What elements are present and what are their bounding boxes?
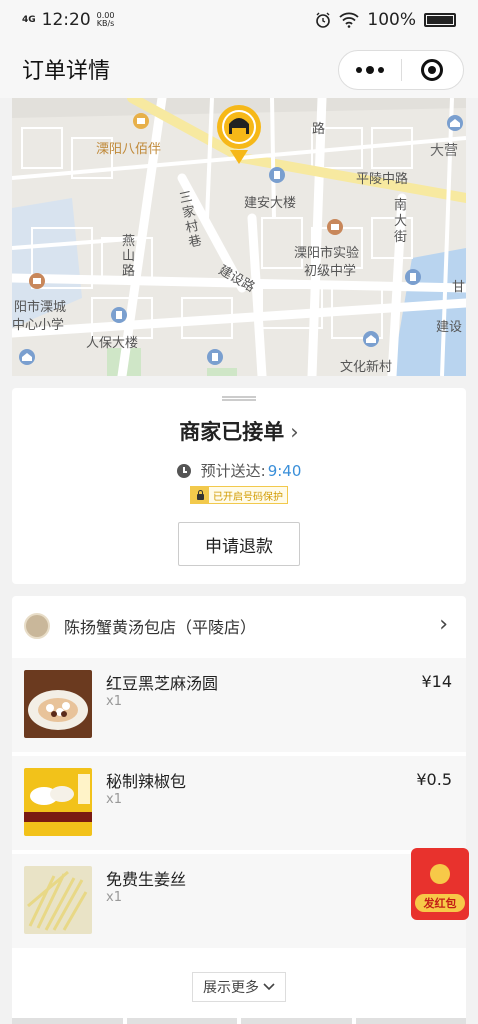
store-avatar (24, 613, 50, 639)
battery-icon (424, 13, 456, 27)
target-icon (421, 59, 444, 81)
poi-home-icon (363, 331, 379, 347)
page-title: 订单详情 (22, 59, 111, 84)
clock-icon (176, 463, 191, 478)
status-time: 12:20 (41, 10, 91, 30)
more-dots-icon (355, 66, 384, 74)
poi-home-icon-left (19, 349, 35, 365)
lock-icon (191, 487, 209, 503)
map-label-daying: 大营 (430, 143, 458, 159)
map-label-pinglingzhonglu: 平陵中路 (356, 172, 409, 187)
map-label-school-line2: 初级中学 (304, 264, 357, 279)
poi-shop-icon (133, 113, 149, 129)
poi-building-icon-bottom (207, 349, 223, 365)
map-label-lu: 路 (312, 122, 326, 137)
red-packet-label: 发红包 (415, 894, 465, 912)
speed-unit: KB/s (96, 19, 115, 28)
status-bar: 4G 12:20 0.00 KB/s 100% (0, 0, 478, 40)
chevron-right-icon: › (290, 420, 299, 444)
show-more-button[interactable]: 展示更多 (192, 972, 286, 1002)
chevron-right-icon: › (439, 612, 448, 637)
list-item: 红豆黑芝麻汤圆 x1 ¥14 (12, 658, 466, 752)
network-speed: 0.00 KB/s (97, 12, 115, 28)
poi-building-icon (269, 167, 285, 183)
refund-button[interactable]: 申请退款 (178, 522, 300, 566)
poi-building-icon-renbao (111, 307, 127, 323)
delivery-map[interactable]: 溧阳八佰伴 建安大楼 平陵中路 大营 南大街 三家村巷 燕山路 建设路 溧阳市实… (12, 98, 466, 376)
item-name: 红豆黑芝麻汤圆 (106, 674, 219, 693)
chevron-down-icon (263, 983, 275, 991)
status-left: 4G 12:20 0.00 KB/s (22, 10, 114, 30)
map-label-licheng-line1: 阳市溧城 (14, 300, 67, 315)
item-image (24, 866, 92, 934)
privacy-text: 已开启号码保护 (213, 491, 283, 503)
poi-school-icon-left (29, 273, 45, 289)
network-indicator: 4G (22, 14, 36, 25)
status-right: 100% (315, 10, 456, 30)
drag-handle[interactable] (222, 396, 256, 401)
map-label-gan: 甘 (452, 280, 466, 295)
item-name: 免费生姜丝 (106, 870, 187, 889)
store-name: 陈扬蟹黄汤包店（平陵店） (64, 618, 257, 637)
privacy-badge: 已开启号码保护 (190, 486, 288, 504)
battery-percent: 100% (367, 10, 416, 30)
map-label-yanshanlu: 燕山路 (122, 234, 136, 279)
alarm-icon (316, 12, 331, 28)
item-image (24, 768, 92, 836)
list-item: 秘制辣椒包 x1 ¥0.5 (12, 756, 466, 850)
send-red-packet-button[interactable]: 发红包 (411, 848, 469, 920)
poi-school-icon (327, 219, 343, 235)
poi-home-icon-right (447, 115, 463, 131)
item-quantity: x1 (106, 890, 122, 905)
map-label-jianshe-right: 建设 (436, 320, 463, 335)
miniprogram-capsule (338, 50, 464, 90)
order-status-text: 商家已接单 (179, 420, 285, 444)
merchant-location-pin-icon[interactable] (216, 104, 262, 170)
close-miniprogram-button[interactable] (402, 51, 464, 89)
map-label-school-line1: 溧阳市实验 (294, 246, 360, 261)
map-label-renbao: 人保大楼 (86, 336, 139, 351)
red-packet-coin-icon (430, 864, 450, 884)
store-header[interactable]: 陈扬蟹黄汤包店（平陵店） › (12, 596, 466, 656)
nav-bar: 订单详情 (0, 40, 478, 98)
item-image (24, 670, 92, 738)
item-name: 秘制辣椒包 (106, 772, 187, 791)
map-label-nandajie: 南大街 (394, 198, 408, 245)
list-item: 免费生姜丝 x1 (12, 854, 466, 948)
item-price: ¥14 (421, 672, 452, 691)
order-items-card: 陈扬蟹黄汤包店（平陵店） › 红豆黑芝麻汤圆 x1 ¥14 秘制辣椒包 x1 ¥… (12, 596, 466, 1024)
privacy-row: 已开启号码保护 (12, 486, 466, 504)
map-label-licheng-line2: 中心小学 (12, 318, 65, 333)
item-price: ¥0.5 (416, 770, 452, 789)
eta-time: 9:40 (267, 461, 302, 480)
bottom-divider (12, 1018, 466, 1024)
eta-label: 预计送达: (200, 462, 266, 480)
order-status-card: 商家已接单 › 预计送达: 9:40 已开启号码保护 申请退款 (12, 388, 466, 584)
show-more-label: 展示更多 (203, 980, 259, 996)
poi-building-icon-right (405, 269, 421, 285)
map-label-jianan: 建安大楼 (244, 196, 297, 211)
item-quantity: x1 (106, 792, 122, 807)
more-button[interactable] (339, 51, 401, 89)
eta-row: 预计送达: 9:40 (12, 460, 466, 481)
wifi-icon (339, 12, 360, 28)
map-label-wenhua: 文化新村 (340, 360, 393, 375)
item-quantity: x1 (106, 694, 122, 709)
map-label-bapai: 溧阳八佰伴 (96, 142, 162, 157)
order-status-link[interactable]: 商家已接单 › (12, 416, 466, 446)
